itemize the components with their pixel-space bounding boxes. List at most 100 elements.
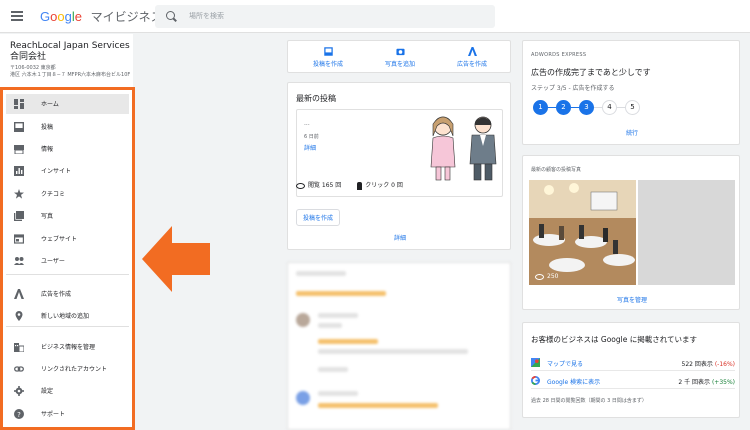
top-bar: Google マイビジネス 場所を検索 (0, 0, 750, 33)
step-5: 5 (625, 100, 640, 115)
maps-link[interactable]: マップで見る (547, 359, 583, 368)
card-title: 最新の投稿 (296, 94, 336, 103)
search-row[interactable]: Google 検索に表示 2 千 回表示 (+35%) (531, 373, 735, 389)
posts-detail-link[interactable]: 詳細 (288, 233, 512, 242)
maps-row[interactable]: マップで見る 522 回表示 (-16%) (531, 355, 735, 371)
sidebar-item-label: 広告を作成 (41, 291, 72, 298)
sidebar-item-star[interactable]: クチコミ (6, 184, 129, 204)
sidebar-divider (6, 326, 129, 327)
sidebar-item-label: 投稿 (41, 124, 54, 131)
google-my-business-logo[interactable]: Google マイビジネス (40, 8, 163, 25)
search-link[interactable]: Google 検索に表示 (547, 377, 600, 386)
website-icon (14, 234, 24, 244)
sidebar-item-help[interactable]: ? サポート (6, 404, 129, 424)
sidebar-item-label: クチコミ (41, 191, 66, 198)
photos-label: 最新の顧客の投稿写真 (531, 167, 582, 173)
add-photo-icon (395, 48, 405, 56)
sidebar-item-location[interactable]: 新しい地域の追加 (6, 306, 129, 326)
sidebar-item-website[interactable]: ウェブサイト (6, 229, 129, 249)
sidebar-item-label: ユーザー (41, 258, 65, 265)
sidebar-item-label: ビジネス情報を管理 (41, 344, 96, 351)
sidebar-item-label: サポート (41, 411, 66, 418)
adwords-label: ADWORDS EXPRESS (531, 52, 587, 58)
photos-icon (14, 211, 24, 221)
sidebar-item-link[interactable]: リンクされたアカウント (6, 359, 129, 379)
photo-placeholder (638, 180, 735, 285)
eye-icon (296, 182, 305, 189)
photo-view-count: 250 (535, 273, 558, 280)
search-input[interactable]: 場所を検索 (155, 5, 495, 28)
svg-text:?: ? (17, 411, 21, 419)
quick-actions-card: 投稿を作成 写真を追加 広告を作成 (287, 40, 511, 73)
sidebar-item-store[interactable]: 情報 (6, 139, 129, 159)
sidebar-item-dashboard[interactable]: ホーム (6, 94, 129, 114)
sidebar-item-post[interactable]: 投稿 (6, 117, 129, 137)
hamburger-menu-icon[interactable] (11, 11, 23, 21)
search-value: 2 千 回表示 (+35%) (678, 379, 735, 386)
insights-icon (14, 166, 24, 176)
sidebar-item-label: 写真 (41, 213, 54, 220)
star-icon (14, 189, 24, 199)
location-icon (15, 311, 23, 321)
ads-icon (14, 289, 24, 299)
sidebar-item-ads[interactable]: 広告を作成 (6, 284, 129, 304)
sidebar-item-photos[interactable]: 写真 (6, 206, 129, 226)
post-icon (323, 47, 333, 56)
google-maps-icon (531, 358, 540, 367)
sidebar-item-label: 設定 (41, 388, 54, 395)
sidebar-item-label: インサイト (41, 168, 72, 175)
link-icon (14, 366, 24, 372)
ads-icon (467, 47, 477, 56)
business-address: 〒106-0032 東京都 港区 六本木１丁目８−７ MFPR六本木麻布台ビル1… (10, 65, 131, 78)
create-post-button[interactable]: 投稿を作成 (296, 209, 341, 226)
sidebar-item-label: ウェブサイト (41, 236, 78, 243)
cursor-icon (357, 181, 363, 190)
search-presence-card: お客様のビジネスは Google に掲載されています マップで見る 522 回表… (522, 322, 740, 418)
reviews-card-blurred (287, 262, 511, 430)
post-illustration (430, 116, 497, 181)
continue-button[interactable]: 続行 (523, 128, 741, 137)
sidebar-item-users[interactable]: ユーザー (6, 251, 129, 271)
eye-icon (535, 273, 544, 280)
sidebar-item-label: ホーム (41, 101, 59, 108)
sidebar-item-label: 新しい地域の追加 (41, 313, 90, 320)
sidebar-item-gear[interactable]: 設定 (6, 381, 129, 401)
sidebar-item-label: 情報 (41, 146, 54, 153)
clicks-count: クリック 0 回 (365, 182, 403, 189)
search-icon (166, 11, 175, 20)
adwords-step-text: ステップ 3/5 - 広告を作成する (531, 85, 615, 92)
sidebar-item-label: リンクされたアカウント (41, 366, 108, 373)
create-post-action[interactable]: 投稿を作成 (293, 47, 363, 68)
highlight-arrow-icon (142, 226, 210, 292)
users-icon (14, 257, 24, 265)
adwords-title: 広告の作成完了まであと少しです (531, 68, 651, 77)
dashboard-icon (14, 99, 24, 109)
create-ad-action[interactable]: 広告を作成 (437, 47, 507, 68)
post-date: 6 日前 (304, 134, 319, 140)
step-2: 2 (556, 100, 571, 115)
post-stats: 閲覧 165 回 クリック 0 回 (296, 180, 503, 190)
post-icon (14, 122, 24, 132)
google-g-icon (531, 376, 540, 385)
presence-footnote: 過去 28 日間の閲覧回数（期間の 3 日間は含まず） (531, 398, 647, 404)
product-name: マイビジネス (90, 10, 163, 24)
post-detail-link[interactable]: 詳細 (304, 143, 316, 152)
business-name: ReachLocal Japan Services 合同会社 (10, 41, 130, 62)
building-icon (14, 343, 24, 352)
gear-icon (14, 386, 24, 396)
help-icon: ? (14, 409, 24, 419)
adwords-express-card: ADWORDS EXPRESS 広告の作成完了まであと少しです ステップ 3/5… (522, 40, 740, 145)
step-4: 4 (602, 100, 617, 115)
step-1: 1 (533, 100, 548, 115)
maps-value: 522 回表示 (-16%) (681, 361, 735, 368)
search-placeholder: 場所を検索 (189, 12, 224, 20)
presence-title: お客様のビジネスは Google に掲載されています (531, 335, 697, 344)
manage-photos-link[interactable]: 写真を管理 (523, 295, 741, 304)
sidebar-item-building[interactable]: ビジネス情報を管理 (6, 337, 129, 357)
customer-photo[interactable]: 250 (529, 180, 636, 285)
sidebar-item-insights[interactable]: インサイト (6, 161, 129, 181)
views-count: 閲覧 165 回 (308, 182, 342, 189)
store-icon (14, 145, 24, 154)
add-photo-action[interactable]: 写真を追加 (365, 47, 435, 68)
step-3: 3 (579, 100, 594, 115)
